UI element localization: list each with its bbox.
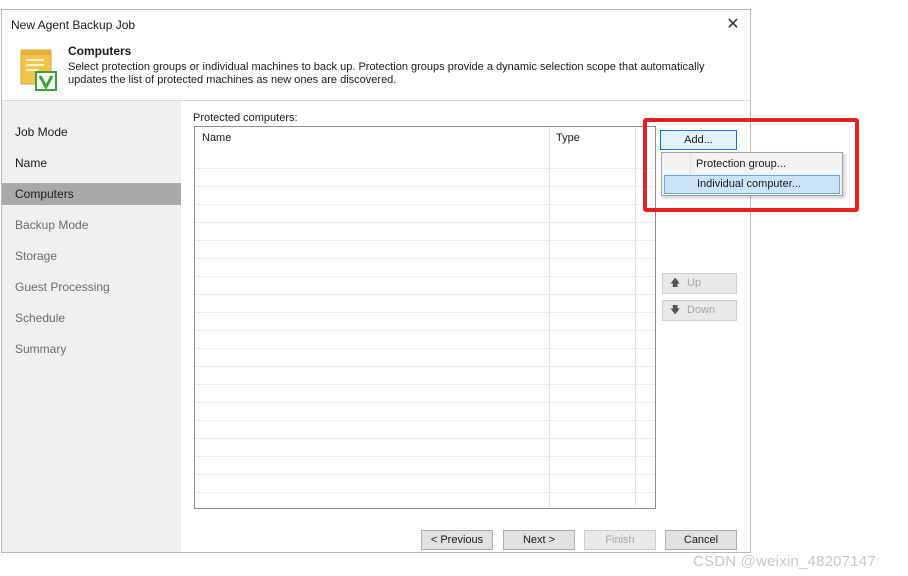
column-divider	[635, 127, 636, 508]
step-storage[interactable]: Storage	[2, 245, 181, 267]
backup-job-window: New Agent Backup Job ✕ Computers Select …	[1, 9, 751, 553]
row-gridline	[195, 456, 655, 457]
row-gridline	[195, 474, 655, 475]
window-title: New Agent Backup Job	[11, 18, 136, 32]
finish-button[interactable]: Finish	[584, 530, 656, 550]
row-gridline	[195, 420, 655, 421]
row-gridline	[195, 438, 655, 439]
step-computers[interactable]: Computers	[2, 183, 181, 205]
row-gridline	[195, 204, 655, 205]
down-button[interactable]: 🡇 Down	[662, 300, 737, 321]
row-gridline	[195, 330, 655, 331]
row-gridline	[195, 384, 655, 385]
step-backup-mode[interactable]: Backup Mode	[2, 214, 181, 236]
step-summary[interactable]: Summary	[2, 338, 181, 360]
row-gridline	[195, 186, 655, 187]
step-job-mode[interactable]: Job Mode	[2, 121, 181, 143]
down-button-label: Down	[687, 304, 716, 316]
menu-item-protection-group[interactable]: Protection group...	[664, 155, 840, 174]
next-button[interactable]: Next >	[503, 530, 575, 550]
protected-computers-list[interactable]: Name Type	[194, 126, 656, 509]
column-header-type[interactable]: Type	[556, 132, 580, 144]
row-gridline	[195, 258, 655, 259]
row-gridline	[195, 276, 655, 277]
up-button-label: Up	[687, 277, 702, 289]
page-description: Select protection groups or individual m…	[68, 61, 705, 86]
row-gridline	[195, 168, 655, 169]
row-gridline	[195, 402, 655, 403]
list-header: Name Type	[195, 127, 655, 149]
row-gridline	[195, 240, 655, 241]
page-title: Computers	[68, 44, 132, 58]
column-divider	[549, 127, 550, 508]
row-gridline	[195, 366, 655, 367]
column-header-name[interactable]: Name	[202, 132, 231, 144]
wizard-header: Computers Select protection groups or in…	[2, 40, 750, 101]
up-button[interactable]: 🡅 Up	[662, 273, 737, 294]
protected-computers-label: Protected computers:	[193, 112, 298, 124]
watermark: CSDN @weixin_48207147	[693, 553, 876, 570]
title-bar: New Agent Backup Job ✕	[2, 10, 750, 40]
row-gridline	[195, 492, 655, 493]
step-name[interactable]: Name	[2, 152, 181, 174]
wizard-steps: Job Mode Name Computers Backup Mode Stor…	[2, 101, 181, 552]
arrow-down-icon: 🡇	[670, 305, 681, 316]
step-guest-processing[interactable]: Guest Processing	[2, 276, 181, 298]
row-gridline	[195, 222, 655, 223]
close-button[interactable]: ✕	[722, 14, 744, 36]
row-gridline	[195, 312, 655, 313]
row-gridline	[195, 294, 655, 295]
previous-button[interactable]: < Previous	[421, 530, 493, 550]
veeam-scroll-icon	[20, 49, 57, 91]
menu-item-individual-computer[interactable]: Individual computer...	[664, 175, 840, 194]
row-gridline	[195, 348, 655, 349]
cancel-button[interactable]: Cancel	[665, 530, 737, 550]
step-schedule[interactable]: Schedule	[2, 307, 181, 329]
add-button[interactable]: Add...	[660, 130, 737, 150]
arrow-up-icon: 🡅	[670, 278, 681, 289]
add-menu: Protection group... Individual computer.…	[661, 152, 843, 196]
